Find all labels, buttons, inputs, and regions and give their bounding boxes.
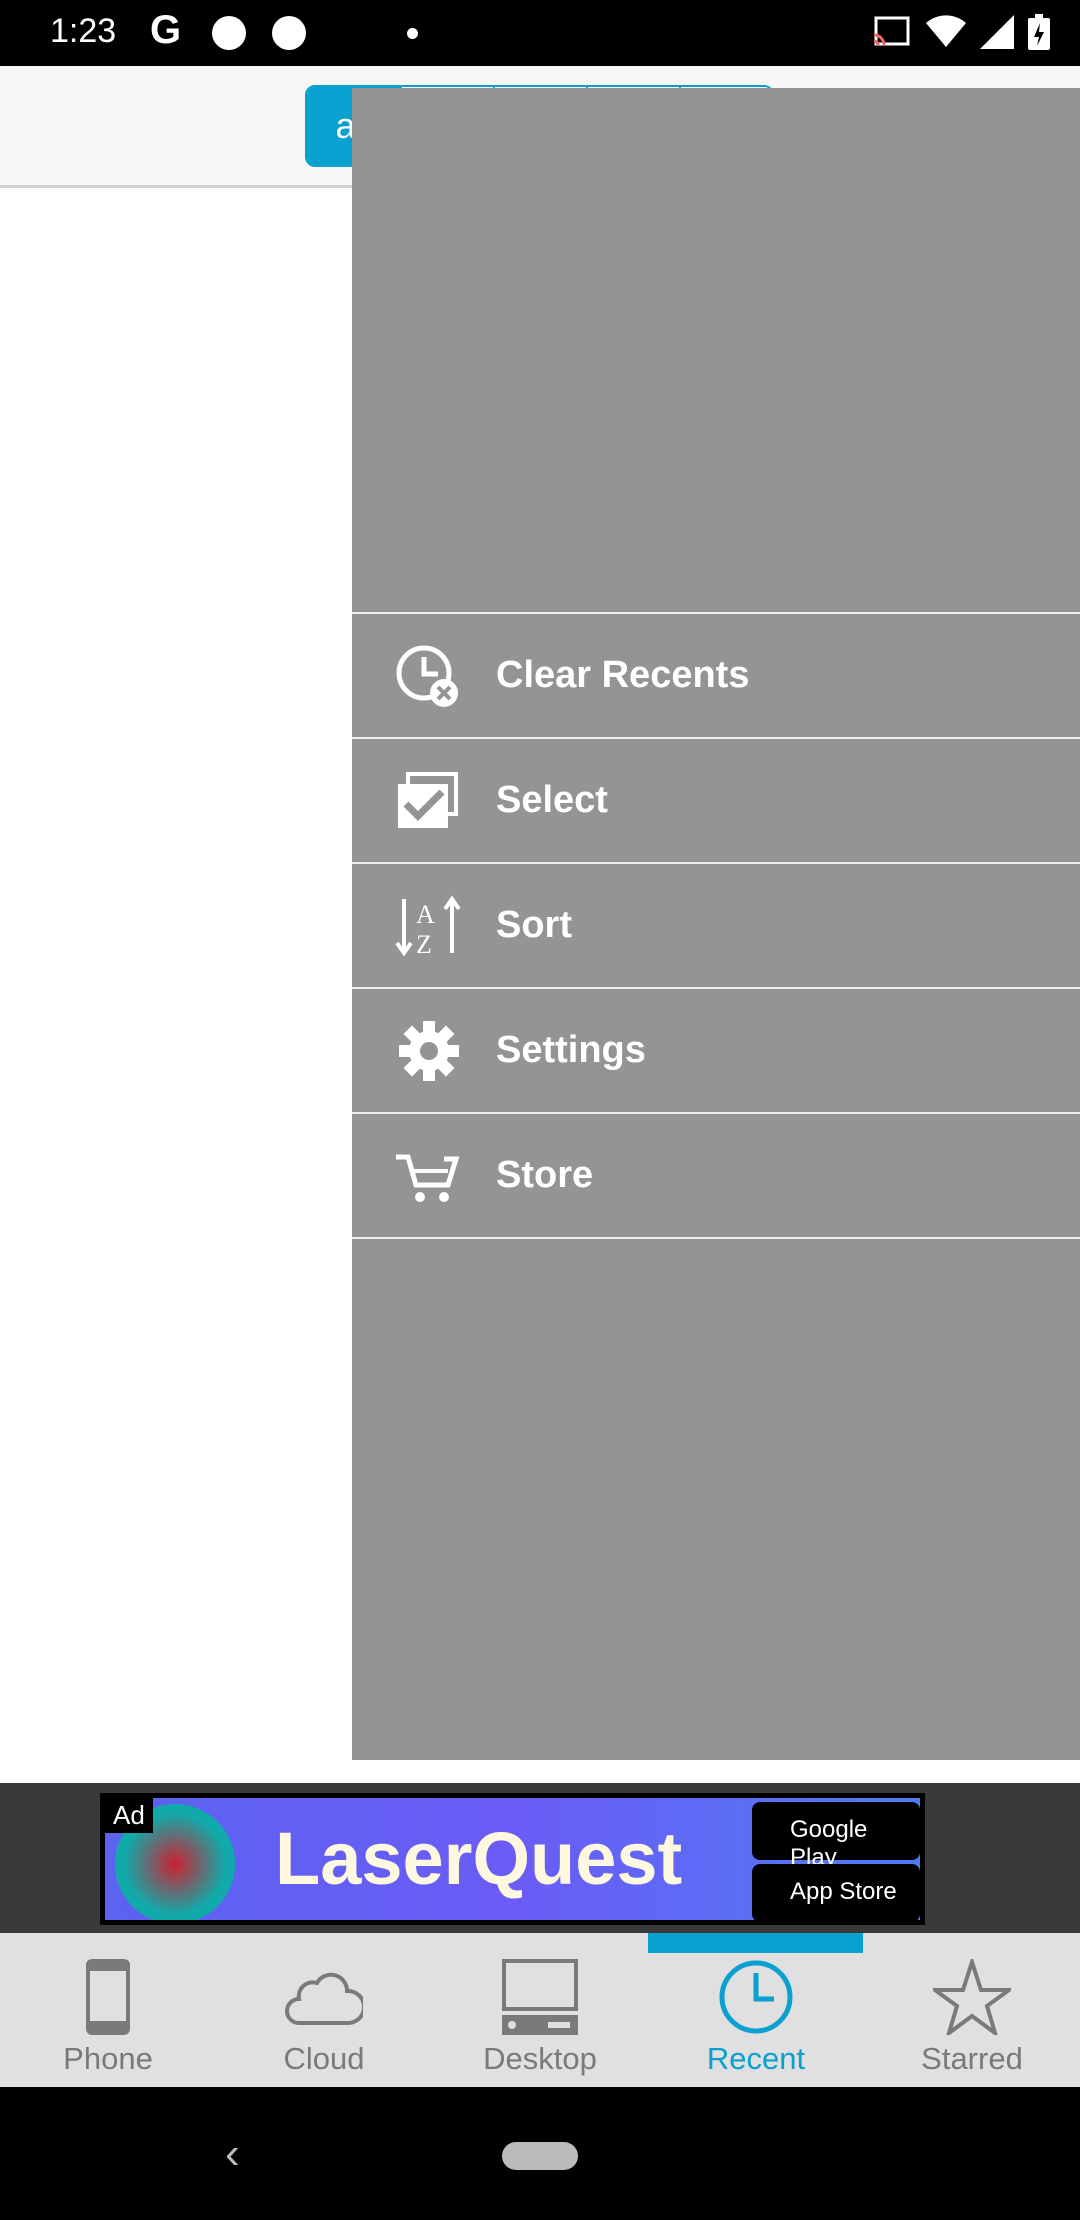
- ad-title: LaserQuest: [275, 1817, 683, 1900]
- cast-icon: [873, 16, 910, 46]
- menu-item-clear-recents[interactable]: Clear Recents: [352, 614, 1080, 739]
- bottom-nav: Phone Cloud Desktop Recent Starred: [0, 1933, 1080, 2087]
- nav-label: Cloud: [283, 2041, 365, 2076]
- phone-icon: [86, 1959, 130, 2035]
- google-icon: G: [150, 8, 182, 52]
- clock-clear-icon: [394, 641, 464, 711]
- google-play-badge[interactable]: Google Play: [752, 1802, 920, 1871]
- ad-tag: Ad: [105, 1798, 153, 1833]
- signal-icon: [980, 15, 1014, 49]
- gear-icon: [394, 1016, 464, 1086]
- nav-recent[interactable]: Recent: [648, 1933, 864, 2087]
- cart-icon: [394, 1141, 464, 1211]
- nav-cloud[interactable]: Cloud: [216, 1933, 432, 2087]
- nav-label: Desktop: [483, 2041, 597, 2076]
- overflow-menu-panel: Clear Recents Select AZ Sort Settings St…: [352, 88, 1080, 1760]
- notification-dot-icon: [272, 16, 306, 50]
- back-icon[interactable]: ‹: [225, 2129, 240, 2179]
- ad-banner-area: Ad LaserQuest Google Play App Store: [0, 1783, 1080, 1933]
- menu-item-label: Clear Recents: [496, 654, 750, 696]
- notification-more-icon: [407, 28, 418, 39]
- menu-item-label: Select: [496, 779, 608, 821]
- select-icon: [394, 766, 464, 836]
- menu-item-sort[interactable]: AZ Sort: [352, 864, 1080, 989]
- nav-label: Starred: [921, 2041, 1023, 2076]
- menu-item-label: Store: [496, 1154, 594, 1196]
- wifi-icon: [926, 15, 966, 47]
- battery-charging-icon: [1028, 14, 1050, 50]
- nav-phone[interactable]: Phone: [0, 1933, 216, 2087]
- active-tab-indicator: [648, 1933, 863, 1953]
- system-nav-bar: ‹: [0, 2087, 1080, 2220]
- status-time: 1:23: [50, 12, 117, 50]
- ad-banner[interactable]: Ad LaserQuest Google Play App Store: [100, 1793, 925, 1925]
- menu-item-label: Sort: [496, 904, 572, 946]
- cloud-icon: [285, 1972, 363, 2025]
- status-bar: 1:23 G: [0, 0, 1080, 66]
- google-play-label: Google Play: [790, 1816, 868, 1871]
- nav-label: Phone: [63, 2041, 153, 2076]
- notification-dot-icon: [212, 16, 246, 50]
- nav-starred[interactable]: Starred: [864, 1933, 1080, 2087]
- overflow-menu: Clear Recents Select AZ Sort Settings St…: [352, 612, 1080, 1239]
- star-icon: [933, 1959, 1011, 2035]
- sort-az-icon: AZ: [394, 891, 464, 961]
- menu-item-store[interactable]: Store: [352, 1114, 1080, 1239]
- nav-label: Recent: [706, 2041, 806, 2076]
- clock-icon: [719, 1960, 793, 2034]
- svg-text:A: A: [416, 900, 435, 929]
- desktop-icon: [502, 1959, 578, 2035]
- menu-item-settings[interactable]: Settings: [352, 989, 1080, 1114]
- app-store-badge[interactable]: App Store: [752, 1864, 920, 1920]
- svg-text:Z: Z: [416, 930, 432, 959]
- nav-desktop[interactable]: Desktop: [432, 1933, 648, 2087]
- menu-item-label: Settings: [496, 1029, 646, 1071]
- menu-item-select[interactable]: Select: [352, 739, 1080, 864]
- app-store-label: App Store: [790, 1878, 897, 1905]
- home-pill[interactable]: [502, 2142, 578, 2170]
